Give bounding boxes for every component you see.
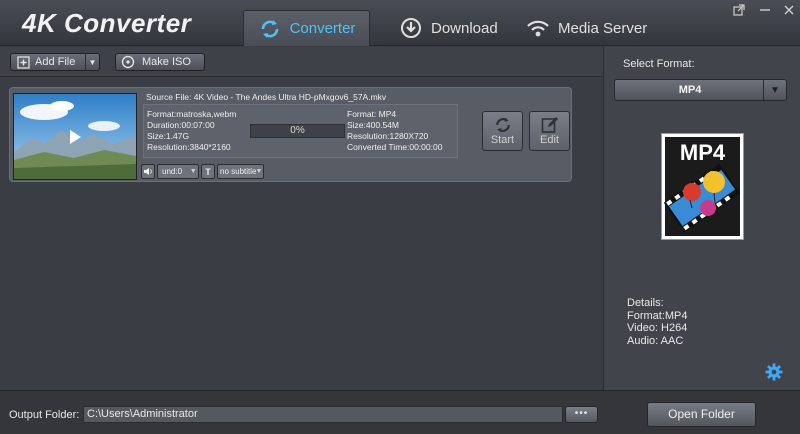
- chevron-down-icon: ▼: [189, 168, 197, 175]
- app-title: 4K Converter: [22, 8, 192, 38]
- output-folder-label: Output Folder:: [9, 409, 80, 421]
- tab-converter-label: Converter: [289, 20, 356, 37]
- source-size: Size:1.47G: [147, 131, 190, 141]
- source-duration: Duration:00:07:00: [147, 120, 215, 130]
- minimize-icon[interactable]: [757, 4, 773, 18]
- add-file-icon: [15, 55, 31, 69]
- selected-format: MP4: [678, 84, 702, 96]
- list-item[interactable]: Source File: 4K Video - The Andes Ultra …: [9, 87, 572, 182]
- subtitle-value: no subtitle: [220, 167, 257, 176]
- output-folder-input[interactable]: C:\Users\Administrator: [83, 406, 563, 423]
- source-info: Format:matroska,webm Duration:00:07:00 S…: [147, 109, 236, 153]
- toolbar: Add File ▼ Make ISO: [0, 47, 603, 77]
- target-format: Format: MP4: [347, 109, 397, 119]
- refresh-icon: [483, 112, 522, 134]
- select-format-label: Select Format:: [623, 58, 695, 70]
- details-heading: Details:: [627, 297, 664, 309]
- chevron-down-icon[interactable]: ▼: [763, 80, 786, 100]
- details-video: Video: H264: [627, 322, 688, 334]
- source-format: Format:matroska,webm: [147, 109, 237, 119]
- speaker-icon: [141, 164, 155, 179]
- audio-track-select[interactable]: und:0 ▼: [157, 164, 199, 179]
- target-size: Size:400.54M: [347, 120, 399, 130]
- close-icon[interactable]: [781, 4, 797, 18]
- tab-media-server-label: Media Server: [558, 19, 648, 37]
- video-thumbnail[interactable]: [13, 93, 137, 180]
- target-info: Format: MP4 Size:400.54M Resolution:1280…: [347, 109, 442, 153]
- format-details: Details: Format:MP4 Video: H264 Audio: A…: [627, 297, 688, 347]
- target-resolution: Resolution:1280X720: [347, 131, 429, 141]
- edit-icon: [530, 112, 569, 134]
- source-file-name: Source File: 4K Video - The Andes Ultra …: [146, 92, 387, 102]
- tab-converter[interactable]: Converter: [243, 10, 370, 46]
- external-link-icon[interactable]: [731, 4, 747, 18]
- tab-media-server[interactable]: Media Server: [522, 10, 652, 46]
- add-file-button[interactable]: Add File ▼: [10, 53, 100, 71]
- format-badge: MP4: [680, 140, 726, 165]
- edit-label: Edit: [540, 134, 559, 146]
- format-preview-icon: MP4: [661, 133, 744, 240]
- refresh-icon: [258, 17, 282, 41]
- subtitle-select[interactable]: no subtitle ▼: [217, 164, 264, 179]
- audio-track-value: und:0: [162, 167, 183, 176]
- tab-download[interactable]: Download: [395, 10, 505, 46]
- title-bar: 4K Converter Converter Download Media Se…: [0, 0, 800, 46]
- progress-bar: 0%: [250, 124, 345, 138]
- open-folder-button[interactable]: Open Folder: [647, 402, 756, 427]
- disc-icon: [120, 55, 136, 69]
- chevron-down-icon[interactable]: ▼: [85, 54, 99, 70]
- edit-button[interactable]: Edit: [529, 111, 570, 151]
- add-file-label: Add File: [35, 56, 76, 68]
- gear-icon[interactable]: [765, 363, 783, 381]
- conversion-info: Format:matroska,webm Duration:00:07:00 S…: [143, 104, 458, 158]
- source-resolution: Resolution:3840*2160: [147, 142, 231, 152]
- browse-button[interactable]: •••: [565, 406, 598, 423]
- download-icon: [399, 16, 423, 40]
- start-button[interactable]: Start: [482, 111, 523, 151]
- details-audio: Audio: AAC: [627, 334, 684, 347]
- format-select[interactable]: MP4 ▼: [614, 79, 787, 101]
- make-iso-label: Make ISO: [142, 56, 191, 68]
- file-list: Source File: 4K Video - The Andes Ultra …: [0, 78, 603, 390]
- format-panel: Select Format: MP4 ▼ MP4 Details: Format…: [603, 47, 800, 390]
- start-label: Start: [490, 134, 515, 146]
- output-bar: Output Folder: C:\Users\Administrator ••…: [0, 390, 800, 434]
- track-controls: und:0 ▼ T no subtitle ▼: [141, 164, 264, 180]
- wifi-icon: [526, 16, 550, 40]
- tab-download-label: Download: [431, 19, 498, 37]
- converted-time: Converted Time:00:00:00: [347, 142, 443, 152]
- details-format: Format:MP4: [627, 309, 688, 322]
- subtitle-icon: T: [201, 164, 215, 179]
- chevron-down-icon: ▼: [255, 168, 263, 175]
- make-iso-button[interactable]: Make ISO: [115, 53, 205, 71]
